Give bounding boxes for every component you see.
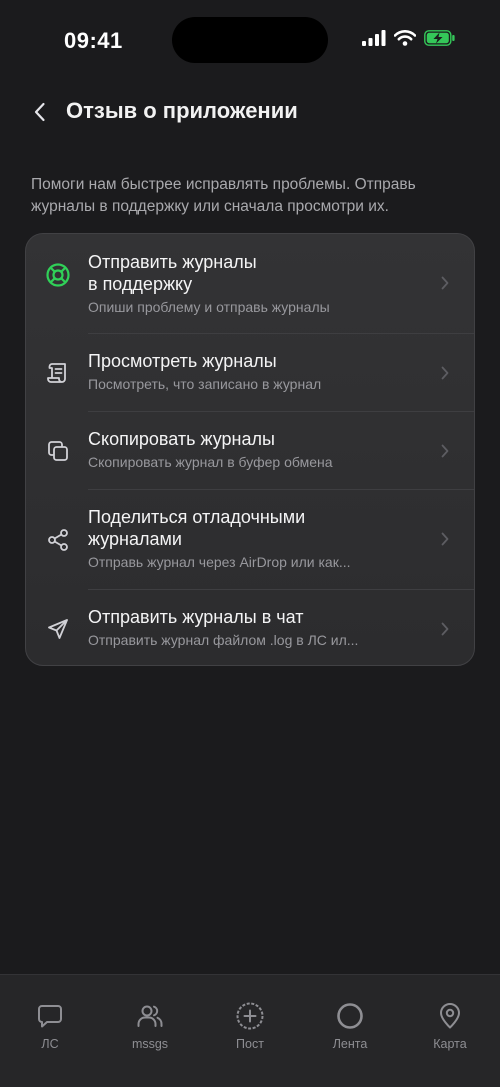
- menu-item-subtitle: Отправить журнал файлом .log в ЛС ил...: [88, 632, 359, 648]
- chevron-right-icon: [438, 442, 452, 460]
- status-icons: [362, 30, 456, 51]
- page-title: Отзыв о приложении: [66, 98, 298, 123]
- tab-label: ЛС: [41, 1037, 59, 1051]
- tab-label: Карта: [433, 1037, 467, 1051]
- back-button[interactable]: [26, 96, 54, 128]
- status-time: 09:41: [64, 28, 123, 53]
- menu-item-send-to-support[interactable]: Отправить журналы в поддержку Опиши проб…: [26, 234, 474, 333]
- menu-item-send-to-chat[interactable]: Отправить журналы в чат Отправить журнал…: [26, 590, 474, 665]
- menu-item-title: Поделиться отладочными журналами: [88, 507, 306, 549]
- log-actions-card: Отправить журналы в поддержку Опиши проб…: [25, 233, 475, 666]
- battery-charging-icon: [424, 30, 456, 51]
- menu-item-title: Отправить журналы в чат: [88, 607, 304, 627]
- tab-bar: ЛС mssgs Пост Лента Карта: [0, 974, 500, 1087]
- plus-circle-icon: [235, 1001, 265, 1031]
- tab-feed[interactable]: Лента: [310, 1001, 390, 1053]
- chevron-right-icon: [438, 530, 452, 548]
- menu-item-subtitle: Посмотреть, что записано в журнал: [88, 376, 322, 392]
- screen: 09:41 Отзыв о приложении Помоги нам быст…: [0, 0, 500, 1087]
- tab-map[interactable]: Карта: [410, 1001, 490, 1053]
- copy-icon: [44, 437, 72, 465]
- chevron-left-icon: [34, 102, 45, 122]
- send-icon: [44, 615, 72, 643]
- tab-post[interactable]: Пост: [210, 1001, 290, 1053]
- dynamic-island: [172, 17, 328, 63]
- tab-mssgs[interactable]: mssgs: [110, 1001, 190, 1053]
- chevron-right-icon: [438, 364, 452, 382]
- tab-label: Лента: [332, 1037, 368, 1051]
- menu-item-subtitle: Опиши проблему и отправь журналы: [88, 299, 330, 315]
- header: Отзыв о приложении: [0, 90, 500, 134]
- menu-item-title: Скопировать журналы: [88, 429, 275, 449]
- menu-item-subtitle: Отправь журнал через AirDrop или как...: [88, 554, 351, 570]
- menu-item-title: Просмотреть журналы: [88, 351, 277, 371]
- tab-dm[interactable]: ЛС: [10, 1001, 90, 1053]
- chat-bubble-icon: [35, 1001, 65, 1031]
- chevron-right-icon: [438, 274, 452, 292]
- people-icon: [135, 1001, 165, 1031]
- status-bar: 09:41: [0, 0, 500, 80]
- wifi-icon: [393, 30, 417, 51]
- menu-item-copy-logs[interactable]: Скопировать журналы Скопировать журнал в…: [26, 412, 474, 489]
- location-pin-icon: [435, 1001, 465, 1031]
- description-text: Помоги нам быстрее исправлять проблемы. …: [31, 176, 416, 215]
- ring-icon: [335, 1001, 365, 1031]
- menu-item-title: Отправить журналы в поддержку: [88, 252, 257, 294]
- cellular-signal-icon: [362, 30, 386, 51]
- menu-item-view-logs[interactable]: Просмотреть журналы Посмотреть, что запи…: [26, 334, 474, 411]
- lifebuoy-icon: [44, 261, 72, 289]
- menu-item-subtitle: Скопировать журнал в буфер обмена: [88, 454, 333, 470]
- chevron-right-icon: [438, 620, 452, 638]
- tab-label: Пост: [236, 1037, 264, 1051]
- share-icon: [44, 526, 72, 554]
- menu-item-share-debug-logs[interactable]: Поделиться отладочными журналами Отправь…: [26, 490, 474, 589]
- tab-label: mssgs: [131, 1037, 169, 1051]
- scroll-icon: [44, 359, 72, 387]
